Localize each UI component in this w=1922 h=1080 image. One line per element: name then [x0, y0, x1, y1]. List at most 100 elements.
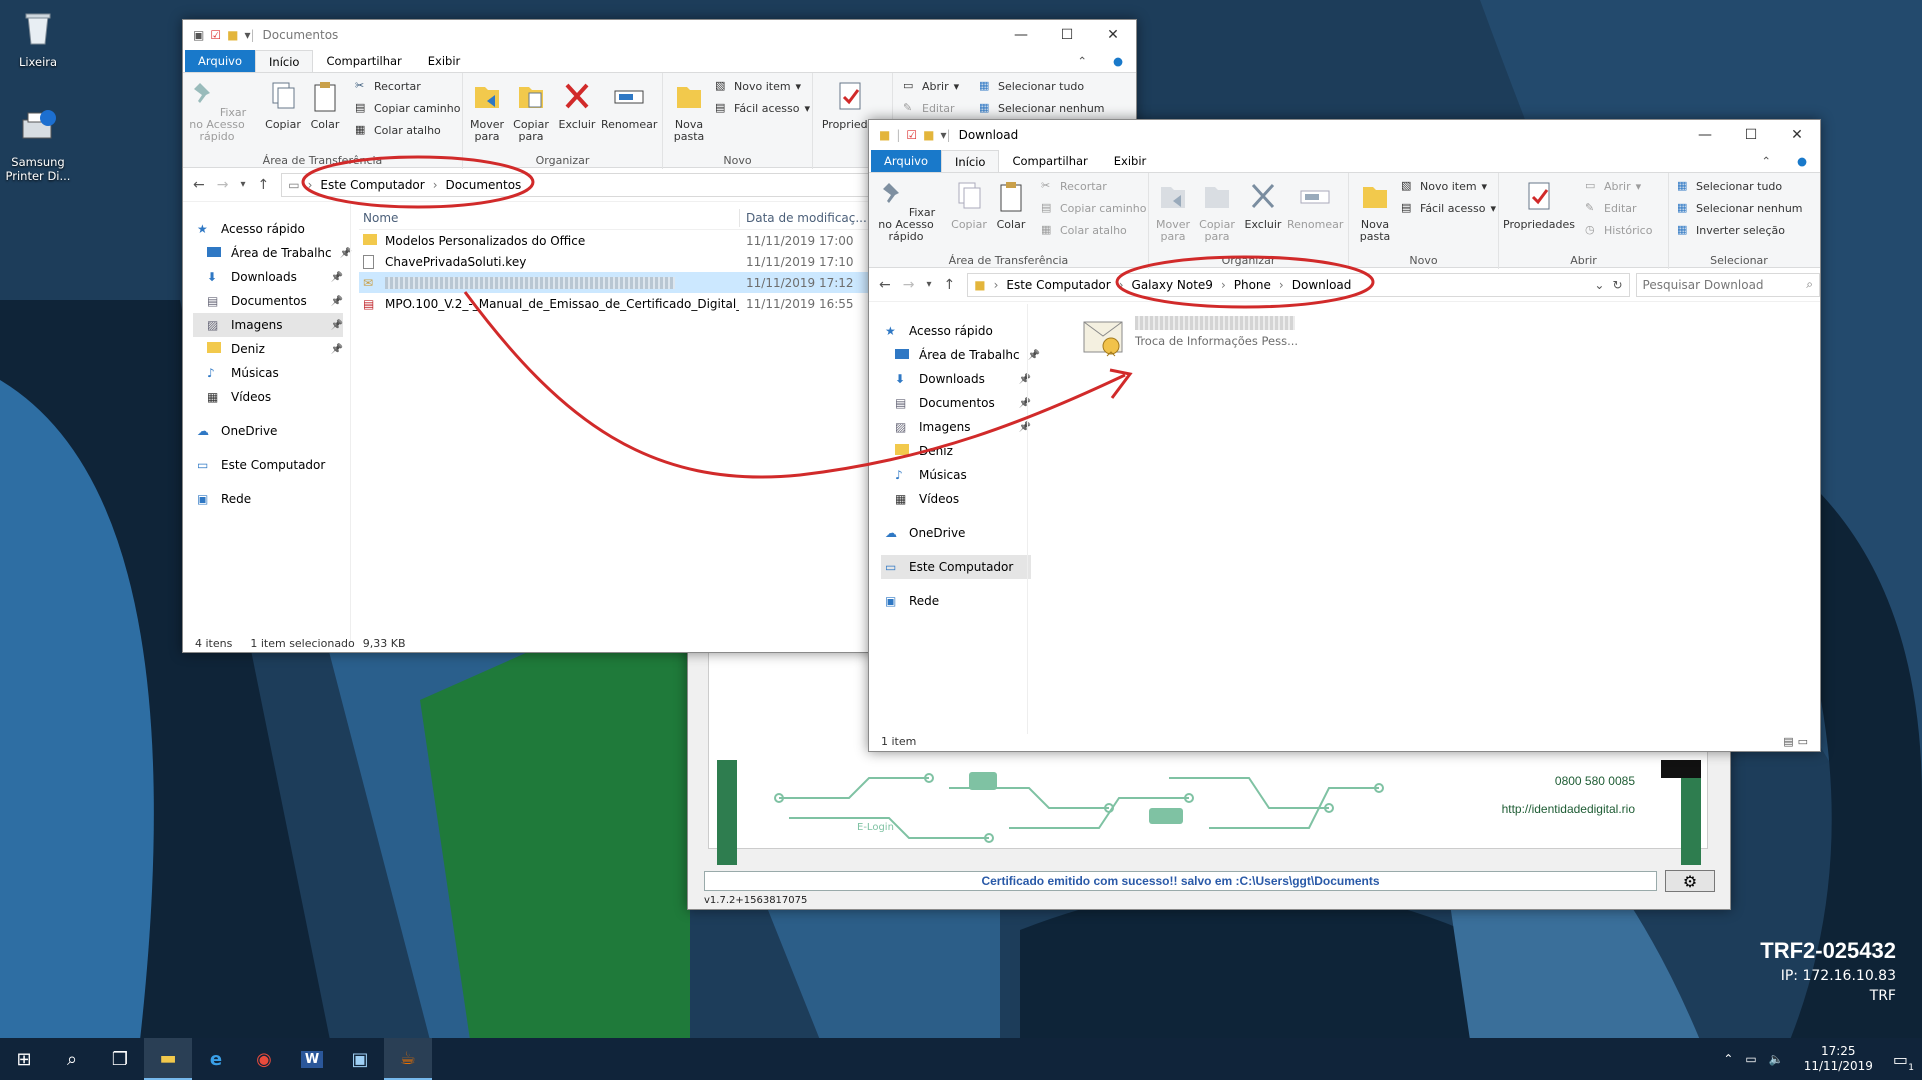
column-header-name[interactable]: Nome: [359, 211, 739, 225]
network-tray-icon[interactable]: ▭: [1745, 1052, 1756, 1066]
select-none-button[interactable]: ▦ Selecionar nenhum: [979, 101, 1105, 115]
folder-qa-icon[interactable]: ■: [879, 128, 890, 142]
collapse-ribbon-icon[interactable]: ⌃: [1748, 150, 1784, 172]
tab-share[interactable]: Compartilhar: [313, 50, 414, 72]
copy-to-button[interactable]: Copiar para: [511, 79, 551, 143]
file-tile[interactable]: Troca de Informações Pess...: [1081, 316, 1301, 366]
paste-shortcut-button[interactable]: ▦ Colar atalho: [1041, 223, 1127, 237]
taskbar-java-app[interactable]: ☕: [384, 1038, 432, 1080]
help-icon[interactable]: ●: [1100, 50, 1136, 72]
sidebar-item-imagens[interactable]: ▨ Imagens 📌: [881, 415, 1031, 439]
taskbar-file-explorer[interactable]: ▬: [144, 1038, 192, 1080]
sidebar-item-acesso-r-pido[interactable]: ★ Acesso rápido: [193, 217, 343, 241]
minimize-button[interactable]: —: [1682, 120, 1728, 150]
forward-arrow-icon[interactable]: →: [903, 277, 915, 293]
rename-button[interactable]: Renomear: [1287, 179, 1343, 231]
back-arrow-icon[interactable]: ←: [879, 277, 891, 293]
start-button[interactable]: ⊞: [0, 1038, 48, 1080]
volume-icon[interactable]: 🔈: [1769, 1052, 1784, 1066]
properties-button[interactable]: Propriedades: [1501, 179, 1577, 231]
checkmark-qa-icon[interactable]: ☑: [906, 128, 917, 142]
sidebar-item-acesso-r-pido[interactable]: ★ Acesso rápido: [881, 319, 1031, 343]
sidebar-item-documentos[interactable]: ▤ Documentos 📌: [193, 289, 343, 313]
paste-shortcut-button[interactable]: ▦ Colar atalho: [355, 123, 441, 137]
sidebar-item-imagens[interactable]: ▨ Imagens 📌: [193, 313, 343, 337]
sidebar-item-deniz[interactable]: Deniz 📌: [193, 337, 343, 361]
new-folder-button[interactable]: Nova pasta: [669, 79, 709, 143]
copy-path-button[interactable]: ▤ Copiar caminho: [1041, 201, 1146, 215]
taskbar-app-window[interactable]: ▣: [336, 1038, 384, 1080]
pin-icon[interactable]: 📌: [331, 320, 343, 331]
address-dropdown-icon[interactable]: ⌄: [1594, 278, 1604, 292]
recent-dropdown-icon[interactable]: ▾: [926, 279, 931, 290]
select-all-button[interactable]: ▦ Selecionar tudo: [979, 79, 1084, 93]
sidebar-item-deniz[interactable]: Deniz: [881, 439, 1031, 463]
taskbar-edge[interactable]: e: [192, 1038, 240, 1080]
pin-icon[interactable]: 📌: [1019, 374, 1031, 385]
close-button[interactable]: ✕: [1090, 20, 1136, 50]
tab-view[interactable]: Exibir: [1101, 150, 1160, 172]
taskbar-chrome[interactable]: ◉: [240, 1038, 288, 1080]
breadcrumb-galaxy-note9[interactable]: Galaxy Note9: [1132, 278, 1213, 292]
sidebar-item--rea-de-trabalhc[interactable]: Área de Trabalhc 📌: [193, 241, 352, 265]
up-arrow-icon[interactable]: ↑: [258, 177, 270, 193]
new-item-button[interactable]: ▧ Novo item ▾: [1401, 179, 1487, 193]
sidebar-item-rede[interactable]: ▣ Rede: [193, 487, 343, 511]
cut-button[interactable]: ✂ Recortar: [1041, 179, 1107, 193]
tab-home[interactable]: Início: [255, 50, 314, 72]
support-url[interactable]: http://identidadedigital.rio: [1502, 802, 1635, 816]
paste-button[interactable]: Colar: [993, 179, 1029, 231]
task-view-button[interactable]: ❐: [96, 1038, 144, 1080]
desktop-icon-printer[interactable]: Samsung Printer Di...: [0, 108, 76, 183]
pin-icon[interactable]: 📌: [1019, 398, 1031, 409]
clock[interactable]: 17:25 11/11/2019: [1804, 1044, 1873, 1074]
maximize-button[interactable]: ☐: [1044, 20, 1090, 50]
sidebar-item--rea-de-trabalhc[interactable]: Área de Trabalhc 📌: [881, 343, 1040, 367]
copy-button[interactable]: Copiar: [951, 179, 987, 231]
invert-selection-button[interactable]: ▦ Inverter seleção: [1677, 223, 1785, 237]
forward-arrow-icon[interactable]: →: [217, 177, 229, 193]
search-button[interactable]: ⌕: [48, 1038, 96, 1080]
taskbar-word[interactable]: W: [288, 1038, 336, 1080]
tab-home[interactable]: Início: [941, 150, 1000, 172]
rename-button[interactable]: Renomear: [601, 79, 657, 131]
edit-button[interactable]: ✎ Editar: [1585, 201, 1637, 215]
sidebar-item-documentos[interactable]: ▤ Documentos 📌: [881, 391, 1031, 415]
sidebar-item-downloads[interactable]: ⬇ Downloads 📌: [881, 367, 1031, 391]
new-item-button[interactable]: ▧ Novo item ▾: [715, 79, 801, 93]
search-box[interactable]: Pesquisar Download ⌕: [1635, 272, 1820, 297]
history-button[interactable]: ◷ Histórico: [1585, 223, 1652, 237]
breadcrumb-documentos[interactable]: Documentos: [446, 178, 522, 192]
help-icon[interactable]: ●: [1784, 150, 1820, 172]
sidebar-item-v-deos[interactable]: ▦ Vídeos: [193, 385, 343, 409]
new-folder-button[interactable]: Nova pasta: [1355, 179, 1395, 243]
easy-access-button[interactable]: ▤ Fácil acesso ▾: [715, 101, 810, 115]
edit-button[interactable]: ✎ Editar: [903, 101, 955, 115]
properties-qa-icon[interactable]: ▣: [193, 28, 204, 42]
up-arrow-icon[interactable]: ↑: [944, 277, 956, 293]
copy-path-button[interactable]: ▤ Copiar caminho: [355, 101, 460, 115]
easy-access-button[interactable]: ▤ Fácil acesso ▾: [1401, 201, 1496, 215]
select-none-button[interactable]: ▦ Selecionar nenhum: [1677, 201, 1803, 215]
notification-center-icon[interactable]: ▭ 1: [1893, 1050, 1914, 1073]
recent-dropdown-icon[interactable]: ▾: [240, 179, 245, 190]
close-button[interactable]: ✕: [1774, 120, 1820, 150]
pin-icon[interactable]: 📌: [331, 296, 343, 307]
view-toggle-icons[interactable]: ▤▭: [1783, 735, 1820, 748]
sidebar-item-onedrive[interactable]: ☁ OneDrive: [193, 419, 343, 443]
tab-file[interactable]: Arquivo: [185, 50, 256, 72]
copy-to-button[interactable]: Copiar para: [1197, 179, 1237, 243]
checkmark-qa-icon[interactable]: ☑: [210, 28, 221, 42]
paste-button[interactable]: Colar: [307, 79, 343, 131]
tab-view[interactable]: Exibir: [415, 50, 474, 72]
sidebar-item-v-deos[interactable]: ▦ Vídeos: [881, 487, 1031, 511]
address-bar[interactable]: ■ › Este Computador › Galaxy Note9 › Phone ›…: [967, 272, 1630, 297]
open-button[interactable]: ▭ Abrir ▾: [903, 79, 959, 93]
sidebar-item-m-sicas[interactable]: ♪ Músicas: [881, 463, 1031, 487]
settings-button[interactable]: ⚙: [1665, 870, 1715, 892]
cut-button[interactable]: ✂ Recortar: [355, 79, 421, 93]
select-all-button[interactable]: ▦ Selecionar tudo: [1677, 179, 1782, 193]
move-to-button[interactable]: Mover para: [467, 79, 507, 143]
move-to-button[interactable]: Mover para: [1153, 179, 1193, 243]
breadcrumb-download[interactable]: Download: [1292, 278, 1352, 292]
